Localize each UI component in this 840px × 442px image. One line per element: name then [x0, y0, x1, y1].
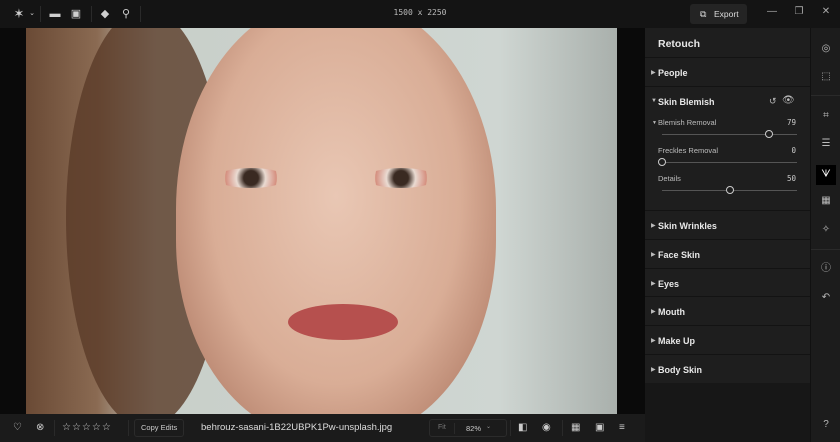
section-label: Skin Wrinkles	[658, 221, 717, 231]
caret-right-icon: ▶	[651, 223, 656, 229]
section-body-skin[interactable]: ▶ Body Skin	[645, 355, 810, 383]
zoom-level-dropdown[interactable]: 82%	[466, 424, 481, 433]
divider	[140, 6, 141, 22]
selection-icon[interactable]: ⬚	[819, 70, 833, 84]
section-people[interactable]: ▶ People	[645, 58, 810, 87]
freckles-removal-slider[interactable]	[658, 158, 797, 166]
section-label: Mouth	[658, 307, 685, 317]
minimize-icon[interactable]: —	[765, 6, 779, 17]
heart-icon[interactable]: ♡	[13, 422, 22, 433]
export-label: Export	[714, 9, 739, 19]
section-eyes[interactable]: ▶ Eyes	[645, 269, 810, 297]
compare-icon[interactable]: ◧	[518, 422, 527, 433]
panel-header: Retouch	[645, 28, 810, 58]
filename: behrouz-sasani-1B22UBPK1Pw-unsplash.jpg	[201, 422, 393, 433]
divider	[454, 423, 455, 434]
eye-icon[interactable]: ◉	[542, 422, 551, 433]
retouch-icon[interactable]: ᗐ	[816, 165, 836, 185]
divider	[811, 249, 840, 250]
photo-lips	[288, 304, 398, 340]
export-button[interactable]: ⧉ Export	[690, 4, 747, 24]
blemish-removal-slider[interactable]	[662, 130, 797, 138]
divider	[91, 6, 92, 22]
export-icon: ⧉	[700, 9, 707, 19]
slider-handle[interactable]	[658, 158, 666, 166]
presets-icon[interactable]: ◎	[819, 42, 833, 56]
divider	[510, 420, 511, 436]
slider-label: Details	[658, 174, 681, 183]
photo-eye	[216, 168, 286, 188]
section-label: Body Skin	[658, 365, 703, 375]
section-make-up[interactable]: ▶ Make Up	[645, 326, 810, 355]
adjustments-icon[interactable]: ☰	[819, 137, 833, 151]
caret-right-icon: ▶	[651, 252, 656, 258]
tool-rail: ◎ ⬚ ⌗ ☰ ᗐ ▦ ✧ ⓘ ↶ ?	[810, 28, 840, 442]
slider-label: Freckles Removal	[658, 146, 719, 155]
caret-down-icon[interactable]: ▼	[651, 98, 657, 104]
divider	[54, 420, 55, 436]
fit-button[interactable]: Fit	[438, 424, 446, 431]
image-import-icon[interactable]: ▣	[69, 7, 83, 21]
details-slider[interactable]	[662, 186, 797, 194]
restore-icon[interactable]: ❐	[792, 6, 806, 17]
chevron-down-icon[interactable]: ⌄	[25, 7, 39, 21]
top-bar: ✶ ⌄ ▬ ▣ ◆ ⚲ 1500 x 2250 ⧉ Export — ❐ ✕	[0, 0, 840, 28]
slider-value[interactable]: 50	[787, 174, 796, 183]
section-skin-wrinkles[interactable]: ▶ Skin Wrinkles	[645, 211, 810, 240]
panel-title: Retouch	[658, 38, 700, 50]
caret-right-icon: ▶	[651, 70, 656, 76]
eraser-icon[interactable]: ◆	[98, 7, 112, 21]
reject-icon[interactable]: ⊗	[36, 422, 44, 433]
single-view-icon[interactable]: ▣	[595, 422, 604, 433]
reset-icon[interactable]: ↺	[769, 96, 777, 107]
undo-icon[interactable]: ↶	[819, 291, 833, 305]
slider-value[interactable]: 0	[791, 146, 796, 155]
caret-right-icon: ▶	[651, 338, 656, 344]
photo-eye	[366, 168, 436, 188]
info-icon[interactable]: ⓘ	[819, 262, 833, 276]
section-face-skin[interactable]: ▶ Face Skin	[645, 240, 810, 269]
copy-edits-button[interactable]: Copy Edits	[134, 419, 185, 437]
caret-right-icon: ▶	[651, 367, 656, 373]
slider-value[interactable]: 79	[787, 118, 796, 127]
help-icon[interactable]: ?	[819, 418, 833, 432]
folder-icon[interactable]: ▬	[48, 7, 62, 21]
section-label: People	[658, 68, 688, 78]
divider	[40, 6, 41, 22]
divider	[128, 420, 129, 436]
section-label: Face Skin	[658, 250, 701, 260]
logo-star-icon[interactable]: ✶	[12, 7, 26, 21]
zoom-icon[interactable]: ⚲	[119, 7, 133, 21]
caret-right-icon: ▶	[651, 281, 656, 287]
eye-icon[interactable]: 👁	[782, 95, 795, 106]
slider-handle[interactable]	[725, 186, 734, 194]
slider-handle[interactable]	[764, 130, 773, 138]
photo-face	[176, 28, 496, 414]
sort-icon[interactable]: ≡	[619, 422, 625, 433]
section-mouth[interactable]: ▶ Mouth	[645, 297, 810, 326]
divider	[562, 420, 563, 436]
divider	[811, 95, 840, 96]
bottom-bar: ♡ ⊗ ☆☆☆☆☆ Copy Edits behrouz-sasani-1B22…	[0, 414, 645, 442]
retouch-panel: Retouch ▶ People ▼ Skin Blemish ↺ 👁 ▼ Ble…	[645, 28, 810, 442]
star-rating[interactable]: ☆☆☆☆☆	[62, 422, 112, 433]
grid-icon[interactable]: ▦	[819, 194, 833, 208]
section-label: Make Up	[658, 336, 696, 346]
crop-icon[interactable]: ⌗	[819, 109, 833, 123]
zoom-control: Fit 82% ⌄	[429, 419, 507, 437]
sparkle-icon[interactable]: ✧	[819, 223, 833, 237]
grid-view-icon[interactable]: ▦	[571, 422, 580, 433]
caret-right-icon: ▶	[651, 309, 656, 315]
section-label: Eyes	[658, 279, 680, 289]
close-icon[interactable]: ✕	[819, 6, 833, 17]
section-label[interactable]: Skin Blemish	[658, 97, 715, 107]
slider-label: Blemish Removal	[658, 118, 717, 127]
caret-down-icon[interactable]: ▼	[652, 120, 657, 126]
section-skin-blemish: ▼ Skin Blemish ↺ 👁 ▼ Blemish Removal 79 …	[645, 87, 810, 211]
portrait-photo[interactable]	[26, 28, 617, 414]
image-dimensions: 1500 x 2250	[393, 8, 447, 17]
chevron-down-icon[interactable]: ⌄	[486, 423, 491, 430]
